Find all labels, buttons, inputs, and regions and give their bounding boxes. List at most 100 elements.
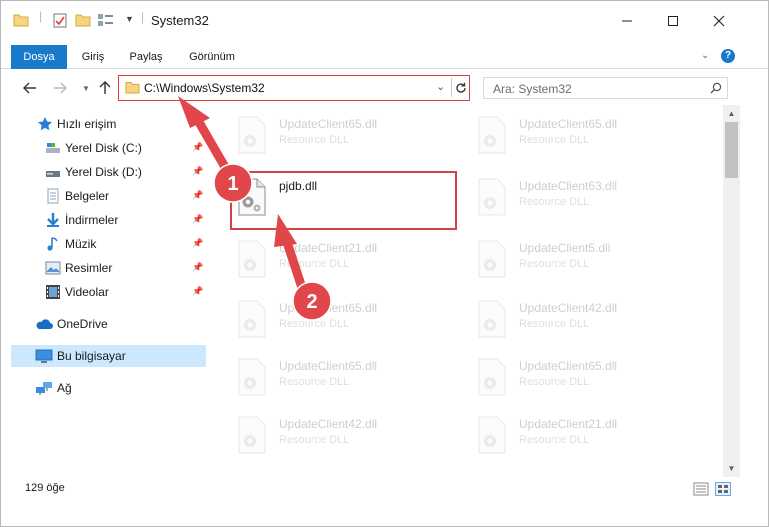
file-item[interactable]: UpdateClient63.dll Resource DLL (469, 167, 699, 223)
explorer-window: | ▼ | System32 Dosya Giriş Paylaş Görünü… (0, 0, 769, 527)
dll-file-icon (238, 178, 266, 216)
chevron-down-icon[interactable]: ⌄ (436, 80, 445, 93)
pin-icon[interactable]: 📌 (192, 214, 203, 225)
nav-label: Resimler (65, 261, 113, 275)
scroll-down-icon[interactable]: ▼ (723, 460, 740, 477)
ribbon-tabs: Dosya Giriş Paylaş Görünüm ⌄ ? (1, 45, 768, 69)
pin-icon[interactable]: 📌 (192, 142, 203, 153)
network-icon (35, 380, 52, 396)
new-folder-icon[interactable] (75, 13, 91, 30)
nav-item-music[interactable]: Müzik 📌 (11, 233, 206, 255)
file-item[interactable]: UpdateClient65.dll Resource DLL (469, 105, 699, 161)
file-name: UpdateClient42.dll (279, 417, 378, 431)
dll-file-icon (238, 416, 266, 454)
pictures-icon (45, 260, 61, 276)
tab-view[interactable]: Görünüm (181, 45, 243, 69)
file-name: UpdateClient5.dll (519, 241, 611, 255)
maximize-button[interactable] (650, 1, 696, 41)
nav-label: Hızlı erişim (57, 117, 117, 131)
file-description: Resource DLL (519, 134, 590, 146)
view-options-icon[interactable] (97, 13, 115, 30)
details-view-icon[interactable] (693, 482, 709, 496)
cloud-icon (35, 316, 53, 332)
file-item[interactable]: UpdateClient65.dll Resource DLL (229, 105, 459, 161)
file-item[interactable]: UpdateClient65.dll Resource DLL (229, 347, 459, 403)
file-item[interactable]: UpdateClient21.dll Resource DLL (229, 229, 459, 285)
dll-file-icon (478, 116, 506, 154)
nav-label: Müzik (65, 237, 97, 251)
pin-icon[interactable]: 📌 (192, 166, 203, 177)
forward-button[interactable] (49, 77, 71, 99)
back-button[interactable] (19, 77, 41, 99)
search-box[interactable]: Ara: System32 (483, 77, 728, 99)
scroll-thumb[interactable] (725, 122, 738, 178)
nav-item-c-drive[interactable]: Yerel Disk (C:) 📌 (11, 137, 206, 159)
navigation-pane: Hızlı erişim Yerel Disk (C:) 📌 Yerel Dis… (11, 113, 206, 473)
file-description: Resource DLL (519, 434, 590, 446)
pin-icon[interactable]: 📌 (192, 190, 203, 201)
help-icon[interactable]: ? (721, 49, 735, 63)
dll-file-icon (478, 416, 506, 454)
vertical-scrollbar[interactable]: ▲ ▼ (723, 105, 740, 477)
nav-item-d-drive[interactable]: Yerel Disk (D:) 📌 (11, 161, 206, 183)
file-description: Resource DLL (519, 318, 590, 330)
file-name: UpdateClient65.dll (519, 359, 618, 373)
file-item[interactable]: UpdateClient5.dll Resource DLL (469, 229, 699, 285)
dll-file-icon (478, 358, 506, 396)
up-button[interactable] (94, 77, 116, 99)
nav-item-videos[interactable]: Videolar 📌 (11, 281, 206, 303)
nav-label: İndirmeler (65, 213, 119, 227)
drive-icon (45, 164, 61, 180)
file-description: Resource DLL (279, 434, 350, 446)
separator: | (141, 10, 145, 24)
pin-icon[interactable]: 📌 (192, 238, 203, 249)
file-list: UpdateClient65.dll Resource DLL pjdb.dll… (229, 105, 721, 475)
tab-home[interactable]: Giriş (75, 45, 111, 69)
file-item[interactable]: UpdateClient65.dll Resource DLL (229, 289, 459, 345)
file-description: Resource DLL (519, 376, 590, 388)
tab-file[interactable]: Dosya (11, 45, 67, 69)
folder-icon (125, 81, 140, 97)
file-item[interactable]: UpdateClient21.dll Resource DLL (469, 405, 699, 461)
address-path[interactable]: C:\Windows\System32 (144, 81, 265, 95)
pin-icon[interactable]: 📌 (192, 286, 203, 297)
drive-icon (45, 140, 61, 156)
minimize-button[interactable] (604, 1, 650, 41)
file-item[interactable]: UpdateClient65.dll Resource DLL (469, 347, 699, 403)
file-name: UpdateClient65.dll (279, 359, 378, 373)
nav-quick-access[interactable]: Hızlı erişim (11, 113, 206, 135)
nav-this-pc[interactable]: Bu bilgisayar (11, 345, 206, 367)
nav-item-documents[interactable]: Belgeler 📌 (11, 185, 206, 207)
star-icon (37, 116, 53, 132)
file-name: UpdateClient63.dll (519, 179, 618, 193)
file-name: UpdateClient21.dll (519, 417, 618, 431)
file-item[interactable]: UpdateClient42.dll Resource DLL (229, 405, 459, 461)
file-description: Resource DLL (519, 258, 590, 270)
refresh-button[interactable] (451, 78, 469, 97)
expand-ribbon-icon[interactable]: ⌄ (701, 50, 709, 61)
large-icons-view-icon[interactable] (715, 482, 731, 496)
customize-toolbar-icon[interactable]: ▼ (125, 14, 134, 24)
nav-label: Belgeler (65, 189, 110, 203)
nav-label: Bu bilgisayar (57, 349, 126, 363)
scroll-up-icon[interactable]: ▲ (723, 105, 740, 122)
file-item[interactable]: UpdateClient42.dll Resource DLL (469, 289, 699, 345)
tab-share[interactable]: Paylaş (123, 45, 169, 69)
nav-network[interactable]: Ağ (11, 377, 206, 399)
file-name: UpdateClient21.dll (279, 241, 378, 255)
dll-file-icon (238, 240, 266, 278)
close-button[interactable] (696, 1, 742, 41)
nav-item-pictures[interactable]: Resimler 📌 (11, 257, 206, 279)
nav-onedrive[interactable]: OneDrive (11, 313, 206, 335)
file-name: pjdb.dll (279, 179, 318, 193)
pin-icon[interactable]: 📌 (192, 262, 203, 273)
nav-label: Yerel Disk (C:) (65, 141, 142, 155)
file-name: UpdateClient65.dll (279, 117, 378, 131)
music-icon (45, 236, 61, 252)
nav-item-downloads[interactable]: İndirmeler 📌 (11, 209, 206, 231)
address-bar[interactable]: C:\Windows\System32 ⌄ (118, 75, 470, 101)
search-icon[interactable] (710, 82, 722, 97)
file-item-highlighted[interactable]: pjdb.dll (229, 167, 459, 223)
properties-icon[interactable] (53, 13, 67, 31)
search-input[interactable]: Ara: System32 (493, 82, 572, 96)
